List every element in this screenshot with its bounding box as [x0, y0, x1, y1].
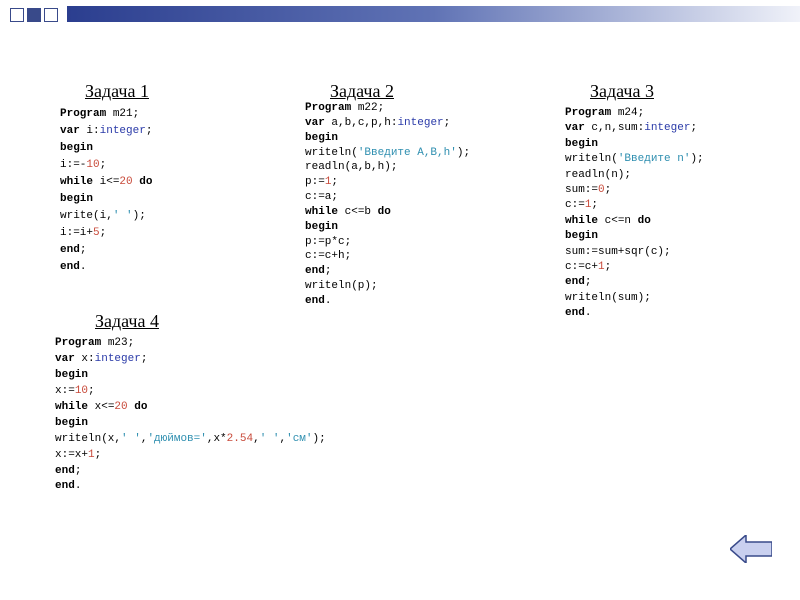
task-4-title: Задача 4 [95, 311, 159, 332]
task-3-title: Задача 3 [590, 81, 654, 102]
deco-gradient-bar [67, 6, 800, 22]
arrow-left-icon [730, 535, 772, 563]
slide-content: Задача 1 Задача 2 Задача 3 Задача 4 Prog… [0, 26, 800, 586]
task-1-title: Задача 1 [85, 81, 149, 102]
deco-square-icon [10, 8, 24, 22]
task-3-code: Program m24; var c,n,sum:integer; begin … [565, 106, 704, 321]
task-2-code: Program m22; var a,b,c,p,h:integer; begi… [305, 101, 470, 309]
task-4-code: Program m23; var x:integer; begin x:=10;… [55, 336, 326, 495]
top-decoration-bar [0, 0, 800, 26]
back-button[interactable] [730, 535, 772, 568]
task-1-code: Program m21; var i:integer; begin i:=-10… [60, 106, 152, 276]
deco-square-icon [44, 8, 58, 22]
deco-square-icon [27, 8, 41, 22]
task-2-title: Задача 2 [330, 81, 394, 102]
